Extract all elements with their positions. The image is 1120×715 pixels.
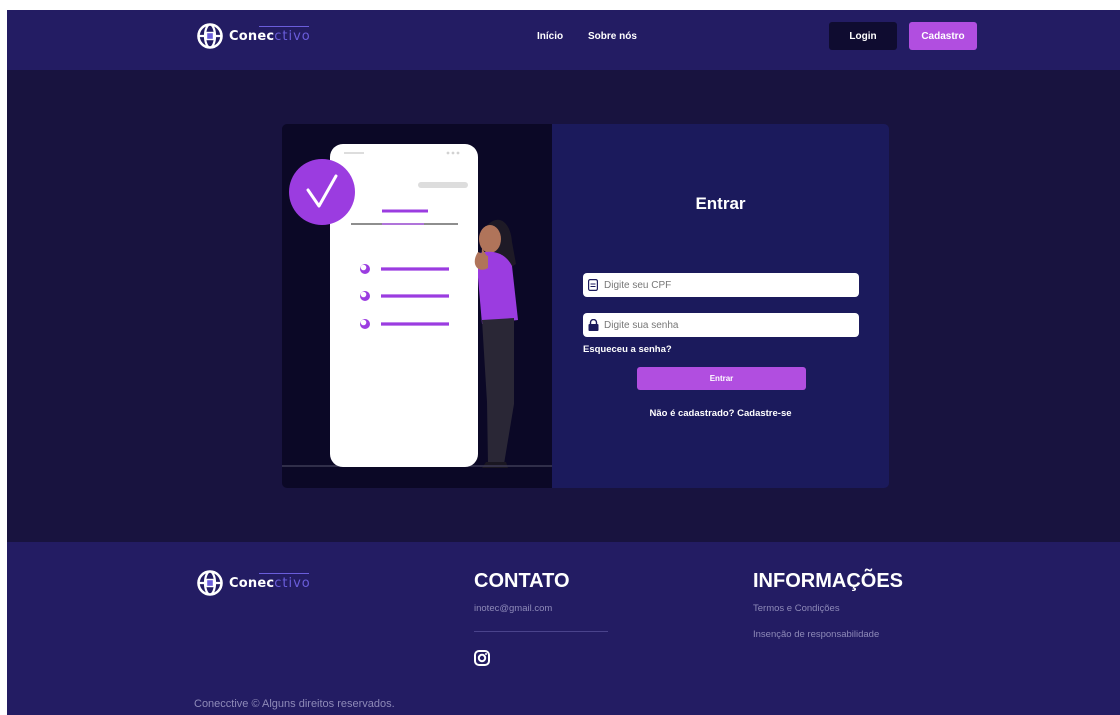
footer-logo[interactable]: Conecctivo: [197, 570, 311, 596]
globe-logo-icon: [197, 23, 223, 49]
document-icon: [587, 279, 599, 292]
login-title: Entrar: [695, 194, 746, 213]
submit-login-button[interactable]: Entrar: [637, 367, 806, 390]
top-navbar: Conecctivo Início Sobre nós Login Cadast…: [7, 10, 1120, 70]
logo-text-part-1: Conec: [229, 28, 275, 44]
logo-wordmark: Conecctivo: [229, 25, 311, 44]
footer: Conecctivo CONTATO inotec@gmail.com INFO…: [7, 542, 1120, 715]
header-logo[interactable]: Conecctivo: [197, 23, 311, 49]
copyright-text: Conecctive © Alguns direitos reservados.: [194, 698, 395, 710]
logo-text-part-1: Conec: [229, 575, 275, 591]
page: Conecctivo Início Sobre nós Login Cadast…: [7, 10, 1120, 715]
login-button[interactable]: Login: [829, 22, 897, 50]
password-field[interactable]: [583, 313, 859, 337]
contact-heading: CONTATO: [474, 570, 570, 592]
signup-link[interactable]: Não é cadastrado? Cadastre-se: [552, 408, 889, 419]
info-heading: INFORMAÇÕES: [753, 570, 903, 592]
forgot-password-link[interactable]: Esqueceu a senha?: [583, 344, 672, 355]
logo-wordmark: Conecctivo: [229, 572, 311, 591]
cpf-field[interactable]: [583, 273, 859, 297]
phone-illustration: [282, 124, 552, 488]
lock-icon: [587, 319, 599, 332]
disclaimer-link[interactable]: Insenção de responsabilidade: [753, 629, 879, 640]
login-card: Entrar Esqueceu a senha? Entrar Não é ca…: [282, 124, 889, 488]
terms-link[interactable]: Termos e Condições: [753, 603, 840, 614]
logo-text-part-2: ctivo: [274, 575, 311, 591]
globe-logo-icon: [197, 570, 223, 596]
instagram-icon[interactable]: [474, 650, 490, 671]
login-form: Entrar Esqueceu a senha? Entrar Não é ca…: [552, 124, 889, 488]
nav-link-sobre-nos[interactable]: Sobre nós: [588, 31, 637, 42]
signup-button[interactable]: Cadastro: [909, 22, 977, 50]
password-input[interactable]: [604, 319, 844, 331]
contact-email-link[interactable]: inotec@gmail.com: [474, 603, 552, 614]
contact-divider: [474, 631, 608, 632]
logo-text-part-2: ctivo: [274, 28, 311, 44]
cpf-input[interactable]: [604, 279, 844, 291]
nav-link-inicio[interactable]: Início: [537, 31, 563, 42]
phone-checkmark-illustration: [282, 144, 552, 468]
